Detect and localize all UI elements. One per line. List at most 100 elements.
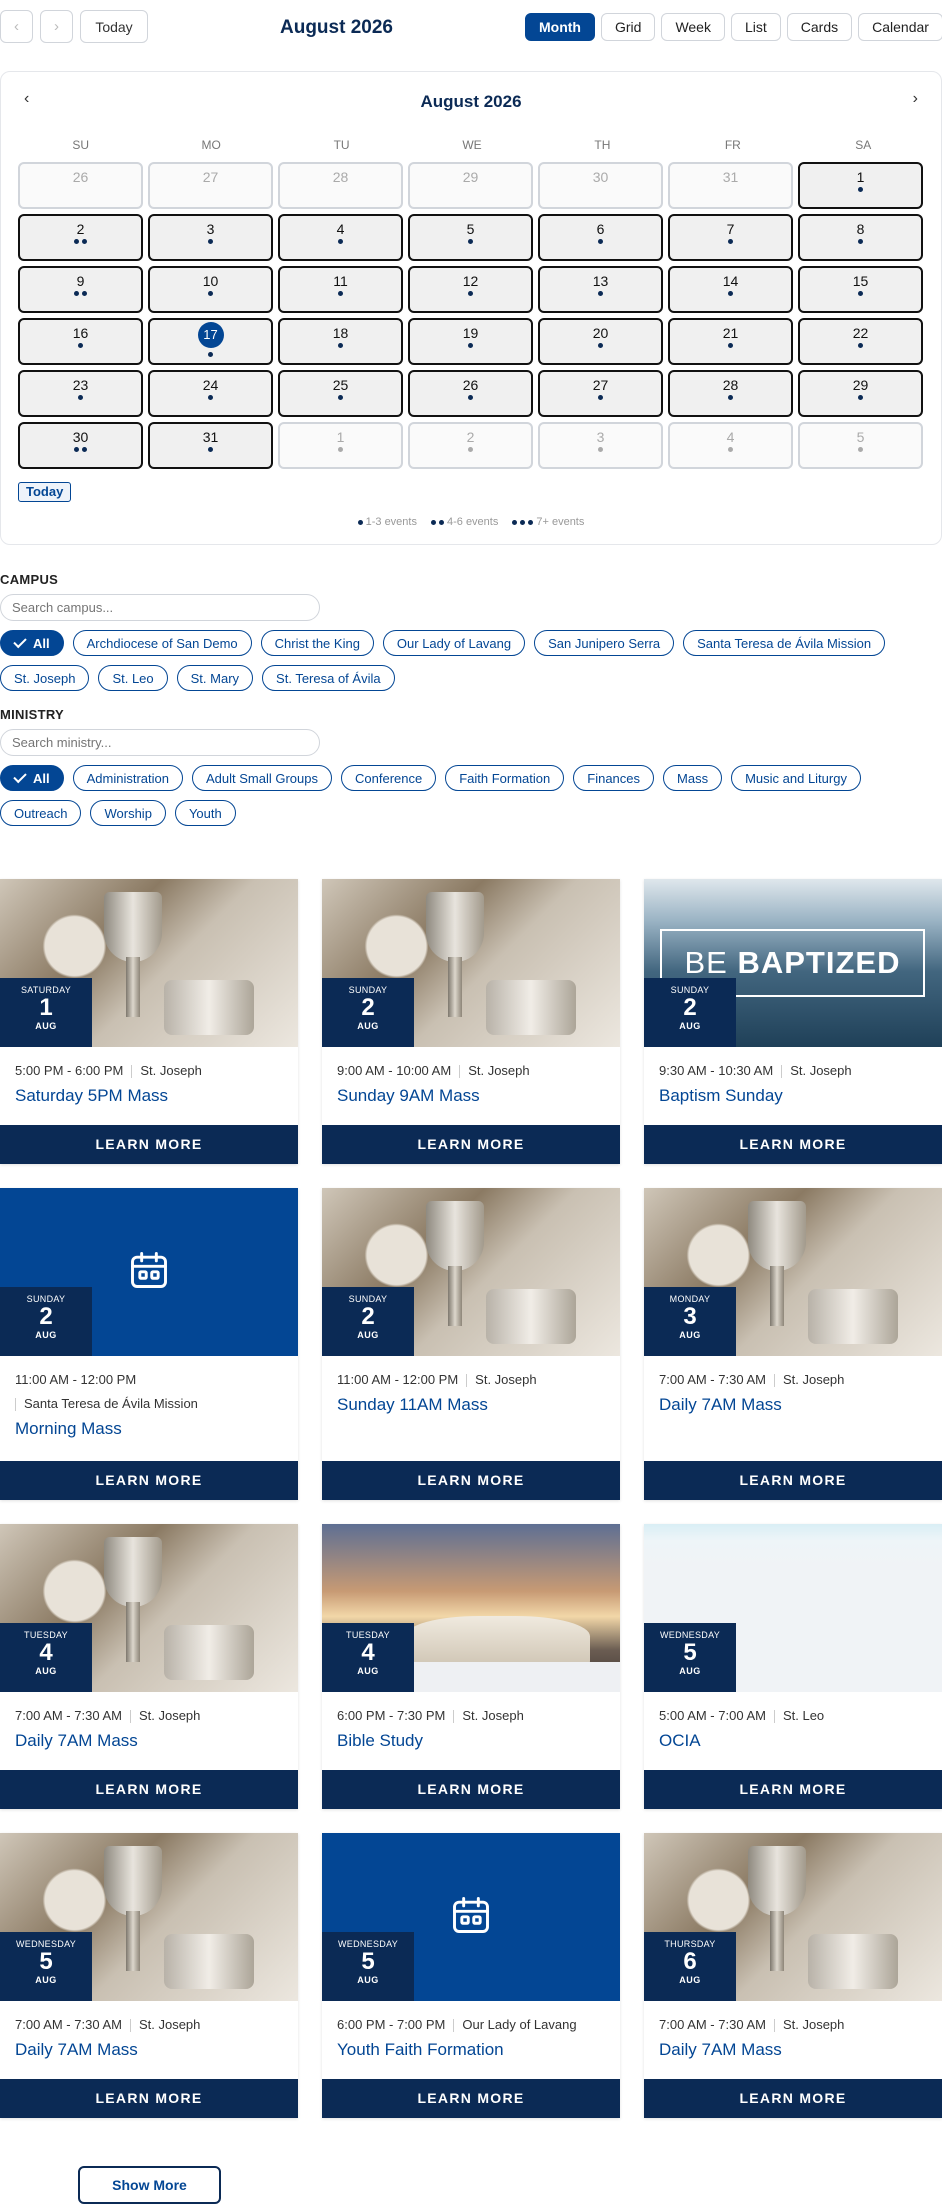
campus-chip[interactable]: Santa Teresa de Ávila Mission — [683, 630, 886, 656]
campus-chip[interactable]: Christ the King — [260, 630, 374, 656]
calendar-day[interactable]: 28 — [668, 370, 793, 417]
calendar-day[interactable]: 3 — [538, 422, 663, 469]
prev-month-button[interactable]: ‹ — [0, 10, 33, 43]
calendar-day[interactable]: 26 — [408, 370, 533, 417]
campus-search-input[interactable] — [0, 594, 320, 621]
calendar-day[interactable]: 29 — [798, 370, 923, 417]
view-button-calendar[interactable]: Calendar — [858, 13, 942, 41]
ministry-chip[interactable]: Youth — [174, 800, 236, 826]
calendar-day[interactable]: 18 — [278, 318, 403, 365]
learn-more-button[interactable]: LEARN MORE — [644, 1461, 942, 1500]
calendar-day[interactable]: 14 — [668, 266, 793, 313]
event-card[interactable]: WEDNESDAY 5 AUG 6:00 PM - 7:00 PM Our Lady o… — [322, 1833, 620, 2118]
calendar-day[interactable]: 3 — [148, 214, 273, 261]
learn-more-button[interactable]: LEARN MORE — [0, 2079, 298, 2118]
calendar-day[interactable]: 29 — [408, 162, 533, 209]
calendar-day[interactable]: 6 — [538, 214, 663, 261]
calendar-day[interactable]: 26 — [18, 162, 143, 209]
ministry-chip[interactable]: Mass — [663, 765, 723, 791]
calendar-day[interactable]: 23 — [18, 370, 143, 417]
learn-more-button[interactable]: LEARN MORE — [0, 1770, 298, 1809]
learn-more-button[interactable]: LEARN MORE — [322, 1461, 620, 1500]
learn-more-button[interactable]: LEARN MORE — [322, 2079, 620, 2118]
calendar-day[interactable]: 1 — [278, 422, 403, 469]
learn-more-button[interactable]: LEARN MORE — [0, 1125, 298, 1164]
event-title[interactable]: Sunday 9AM Mass — [322, 1080, 620, 1106]
calendar-day[interactable]: 20 — [538, 318, 663, 365]
event-title[interactable]: Morning Mass — [0, 1413, 298, 1439]
calendar-day[interactable]: 30 — [18, 422, 143, 469]
learn-more-button[interactable]: LEARN MORE — [322, 1770, 620, 1809]
event-title[interactable]: OCIA — [644, 1725, 942, 1751]
calendar-day[interactable]: 5 — [408, 214, 533, 261]
ministry-chip[interactable]: Conference — [341, 765, 437, 791]
learn-more-button[interactable]: LEARN MORE — [322, 1125, 620, 1164]
learn-more-button[interactable]: LEARN MORE — [0, 1461, 298, 1500]
ministry-chip[interactable]: Worship — [90, 800, 166, 826]
event-title[interactable]: Sunday 11AM Mass — [322, 1389, 620, 1415]
calendar-day[interactable]: 10 — [148, 266, 273, 313]
learn-more-button[interactable]: LEARN MORE — [644, 1125, 942, 1164]
campus-chip[interactable]: St. Leo — [98, 665, 168, 691]
view-button-month[interactable]: Month — [525, 13, 595, 41]
calendar-day[interactable]: 8 — [798, 214, 923, 261]
campus-chip[interactable]: St. Joseph — [0, 665, 90, 691]
calendar-day[interactable]: 27 — [538, 370, 663, 417]
campus-chip[interactable]: St. Teresa of Ávila — [262, 665, 395, 691]
ministry-chip[interactable]: Adult Small Groups — [192, 765, 332, 791]
calendar-today-button[interactable]: Today — [18, 482, 72, 502]
view-button-cards[interactable]: Cards — [786, 13, 853, 41]
learn-more-button[interactable]: LEARN MORE — [644, 2079, 942, 2118]
event-card[interactable]: TUESDAY 4 AUG 6:00 PM - 7:30 PM St. Joseph Bi… — [322, 1524, 620, 1809]
campus-chip[interactable]: St. Mary — [176, 665, 254, 691]
calendar-day[interactable]: 7 — [668, 214, 793, 261]
event-title[interactable]: Daily 7AM Mass — [0, 1725, 298, 1751]
event-card[interactable]: THURSDAY 6 AUG 7:00 AM - 7:30 AM St. Joseph D… — [644, 1833, 942, 2118]
event-title[interactable]: Saturday 5PM Mass — [0, 1080, 298, 1106]
calendar-day[interactable]: 21 — [668, 318, 793, 365]
next-month-button[interactable]: › — [40, 10, 73, 43]
event-title[interactable]: Youth Faith Formation — [322, 2034, 620, 2060]
campus-chip[interactable]: Archdiocese of San Demo — [72, 630, 252, 656]
event-card[interactable]: SATURDAY 1 AUG 5:00 PM - 6:00 PM St. Joseph S… — [0, 879, 298, 1164]
event-title[interactable]: Daily 7AM Mass — [644, 1389, 942, 1415]
ministry-chip[interactable]: Outreach — [0, 800, 82, 826]
calendar-day[interactable]: 13 — [538, 266, 663, 313]
calendar-day[interactable]: 1 — [798, 162, 923, 209]
calendar-day[interactable]: 19 — [408, 318, 533, 365]
event-card[interactable]: TUESDAY 4 AUG 7:00 AM - 7:30 AM St. Joseph Da… — [0, 1524, 298, 1809]
calendar-day[interactable]: 4 — [668, 422, 793, 469]
event-title[interactable]: Baptism Sunday — [644, 1080, 942, 1106]
campus-chip[interactable]: San Junipero Serra — [534, 630, 675, 656]
calendar-day[interactable]: 31 — [148, 422, 273, 469]
event-card[interactable]: BE BAPTIZED SUNDAY 2 AUG 9:30 AM - 10:30 AM S… — [644, 879, 942, 1164]
calendar-next-button[interactable]: › — [913, 90, 918, 108]
calendar-day[interactable]: 17 — [148, 318, 273, 365]
calendar-day[interactable]: 11 — [278, 266, 403, 313]
calendar-day[interactable]: 2 — [408, 422, 533, 469]
ministry-chip[interactable]: All — [0, 765, 64, 791]
event-card[interactable]: WEDNESDAY 5 AUG 7:00 AM - 7:30 AM St. Joseph… — [0, 1833, 298, 2118]
calendar-day[interactable]: 24 — [148, 370, 273, 417]
calendar-day[interactable]: 16 — [18, 318, 143, 365]
calendar-day[interactable]: 22 — [798, 318, 923, 365]
calendar-day[interactable]: 15 — [798, 266, 923, 313]
today-button[interactable]: Today — [80, 10, 148, 43]
calendar-day[interactable]: 25 — [278, 370, 403, 417]
view-button-list[interactable]: List — [730, 13, 781, 41]
ministry-chip[interactable]: Music and Liturgy — [731, 765, 861, 791]
ministry-search-input[interactable] — [0, 729, 320, 756]
show-more-button[interactable]: Show More — [78, 2166, 221, 2204]
calendar-day[interactable]: 31 — [668, 162, 793, 209]
calendar-day[interactable]: 30 — [538, 162, 663, 209]
event-card[interactable]: SUNDAY 2 AUG 11:00 AM - 12:00 PM St. Joseph S… — [322, 1188, 620, 1500]
event-card[interactable]: SUNDAY 2 AUG 11:00 AM - 12:00 PM Santa Teres… — [0, 1188, 298, 1500]
event-card[interactable]: MONDAY 3 AUG 7:00 AM - 7:30 AM St. Joseph Dai… — [644, 1188, 942, 1500]
campus-chip[interactable]: All — [0, 630, 64, 656]
view-button-week[interactable]: Week — [661, 13, 725, 41]
view-button-grid[interactable]: Grid — [600, 13, 656, 41]
calendar-day[interactable]: 5 — [798, 422, 923, 469]
campus-chip[interactable]: Our Lady of Lavang — [382, 630, 526, 656]
ministry-chip[interactable]: Finances — [573, 765, 655, 791]
ministry-chip[interactable]: Administration — [72, 765, 183, 791]
